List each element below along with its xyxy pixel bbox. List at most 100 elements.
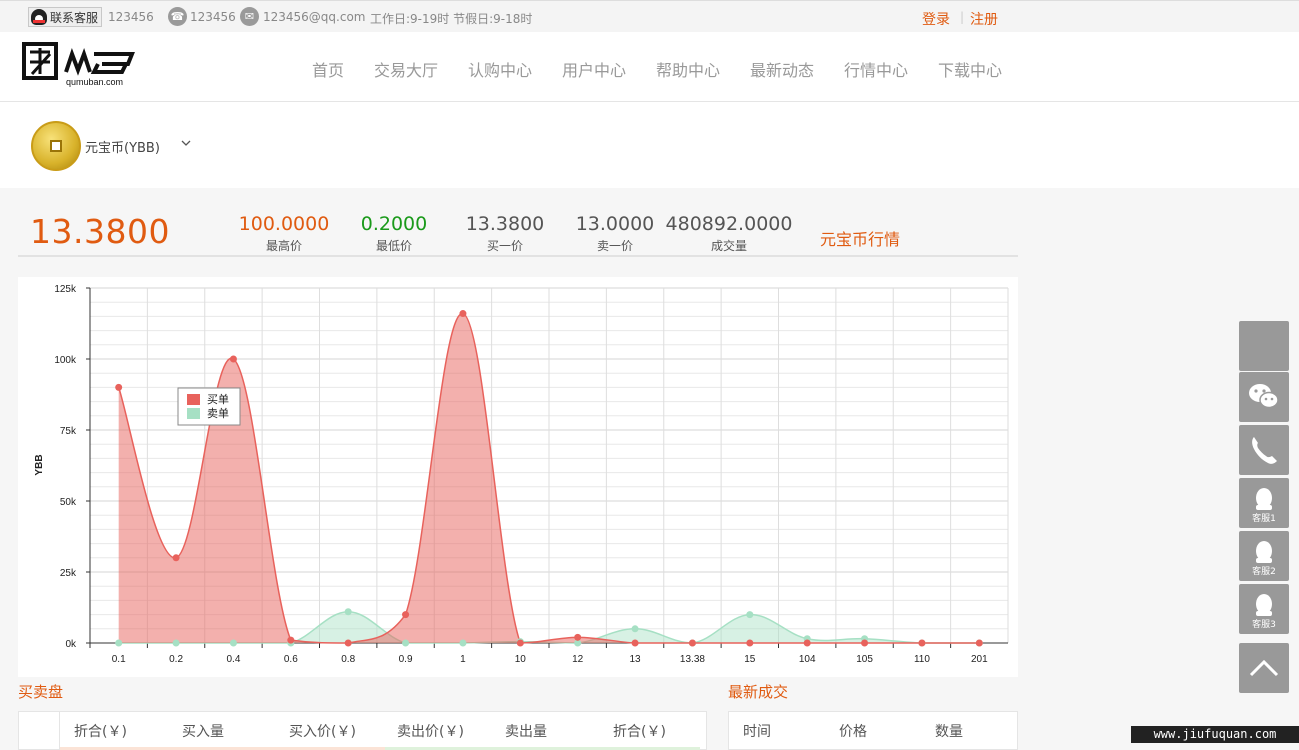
nav-trading-hall[interactable]: 交易大厅 — [374, 57, 438, 81]
data-point-buy — [975, 639, 983, 647]
data-point-buy — [459, 310, 467, 318]
orderbook-header: 卖出量 — [505, 724, 547, 740]
trades-header: 数量 — [935, 724, 963, 740]
stat-ask: 13.0000 卖一价 — [567, 213, 663, 254]
data-point-sell — [172, 639, 180, 647]
stat-ask-label: 卖一价 — [596, 239, 633, 253]
nav-user-center[interactable]: 用户中心 — [562, 57, 626, 81]
kf2-label: 客服2 — [1252, 567, 1276, 577]
x-tick-label: 110 — [914, 654, 930, 665]
data-point-sell — [344, 608, 352, 616]
support-email: 123456@qq.com — [263, 10, 366, 24]
orderbook-header: 买入量 — [182, 724, 224, 740]
data-point-sell — [631, 625, 639, 633]
orderbook-title: 买卖盘 — [18, 683, 64, 701]
svg-text:qumuban.com: qumuban.com — [66, 77, 123, 87]
login-link[interactable]: 登录 — [922, 9, 950, 29]
nav-home[interactable]: 首页 — [312, 57, 344, 81]
y-tick-label: 50k — [60, 497, 77, 508]
phone-icon: ☎ — [168, 7, 187, 26]
chevron-up-icon — [1249, 659, 1279, 677]
trades-title: 最新成交 — [728, 683, 789, 701]
stat-high-label: 最高价 — [265, 239, 302, 253]
wechat-button[interactable] — [1239, 372, 1289, 422]
data-point-sell — [459, 639, 467, 647]
x-tick-label: 13 — [630, 654, 642, 665]
stat-low-label: 最低价 — [375, 239, 412, 253]
stat-low: 0.2000 最低价 — [346, 213, 442, 254]
kf1-label: 客服1 — [1252, 514, 1276, 524]
x-tick-label: 0.9 — [399, 654, 413, 665]
kf3-button[interactable]: 客服3 — [1239, 584, 1289, 634]
legend-label: 买单 — [207, 393, 229, 406]
data-point-buy — [516, 639, 524, 647]
data-point-buy — [631, 639, 639, 647]
y-tick-label: 75k — [60, 426, 77, 437]
register-link[interactable]: 注册 — [970, 9, 998, 29]
float-blank-button[interactable] — [1239, 321, 1289, 371]
kf1-button[interactable]: 客服1 — [1239, 478, 1289, 528]
x-tick-label: 0.6 — [284, 654, 298, 665]
x-tick-label: 0.8 — [341, 654, 355, 665]
nav-news[interactable]: 最新动态 — [750, 57, 814, 81]
nav-market[interactable]: 行情中心 — [844, 57, 908, 81]
stat-low-value: 0.2000 — [360, 213, 428, 235]
stat-volume-label: 成交量 — [710, 239, 747, 253]
orderbook-header: 折合(￥) — [74, 724, 127, 740]
trades-header: 价格 — [839, 724, 867, 740]
kf2-button[interactable]: 客服2 — [1239, 531, 1289, 581]
legend-swatch — [187, 394, 200, 405]
phone-number: 123456 — [190, 10, 236, 24]
stat-volume: 480892.0000 成交量 — [664, 213, 794, 254]
phone-button[interactable] — [1239, 425, 1289, 475]
back-to-top-button[interactable] — [1239, 643, 1289, 693]
top-bar: 联系客服 123456 ☎ 123456 ✉ 123456@qq.com 工作日… — [0, 0, 1299, 32]
topbar-separator: | — [960, 10, 965, 24]
data-point-sell — [402, 639, 410, 647]
data-point-buy — [918, 639, 926, 647]
x-tick-label: 0.2 — [169, 654, 183, 665]
data-point-buy — [746, 639, 754, 647]
phone-call-icon — [1252, 437, 1277, 464]
nav-download[interactable]: 下载中心 — [938, 57, 1002, 81]
x-tick-label: 12 — [572, 654, 584, 665]
working-hours: 工作日:9-19时 节假日:9-18时 — [370, 12, 533, 26]
orderbook-corner-cell — [19, 712, 60, 750]
qq-icon — [31, 9, 47, 25]
stat-ask-value: 13.0000 — [575, 213, 655, 235]
x-tick-label: 10 — [515, 654, 527, 665]
data-point-buy — [688, 639, 696, 647]
x-tick-label: 104 — [799, 654, 816, 665]
coin-icon — [31, 121, 81, 171]
x-tick-label: 201 — [971, 654, 988, 665]
x-tick-label: 15 — [744, 654, 756, 665]
stat-volume-value: 480892.0000 — [665, 213, 793, 235]
tab-coin-market[interactable]: 元宝币行情 — [815, 218, 905, 257]
legend-swatch — [187, 408, 200, 419]
qq-support-button[interactable]: 联系客服 — [28, 7, 103, 27]
chart-legend: 买单卖单 — [177, 387, 241, 426]
orderbook-table: 折合(￥) 买入量 买入价(￥) 卖出价(￥) 卖出量 折合(￥) — [18, 711, 707, 750]
nav-subscription[interactable]: 认购中心 — [468, 57, 532, 81]
y-tick-label: 125k — [54, 284, 77, 295]
data-point-buy — [172, 554, 180, 562]
data-point-buy — [287, 636, 295, 644]
data-point-buy — [861, 639, 869, 647]
x-tick-label: 1 — [460, 654, 466, 665]
depth-chart: 0k 25k 50k 75k 100k 125k YBB 0.1 0.2 0.4 0.6 0.8 0.9… — [18, 277, 1018, 677]
depth-chart-svg: 0k 25k 50k 75k 100k 125k YBB 0.1 0.2 0.4 0.6 0.8 0.9… — [34, 284, 1009, 665]
orderbook-header: 折合(￥) — [613, 724, 666, 740]
y-axis-label: YBB — [34, 454, 45, 475]
nav-help-center[interactable]: 帮助中心 — [656, 57, 720, 81]
data-point-buy — [229, 355, 237, 363]
coin-selector[interactable]: 元宝币(YBB) — [85, 137, 160, 156]
chevron-down-icon[interactable] — [181, 138, 191, 148]
trades-table: 时间 价格 数量 — [728, 711, 1018, 750]
legend-label: 卖单 — [207, 407, 229, 420]
data-point-buy — [574, 633, 582, 641]
logo-graphic: qumuban.com — [22, 42, 135, 87]
data-point-buy — [115, 383, 123, 391]
y-tick-label: 100k — [54, 355, 77, 366]
data-point-sell — [229, 639, 237, 647]
site-logo[interactable]: qumuban.com — [22, 40, 137, 88]
